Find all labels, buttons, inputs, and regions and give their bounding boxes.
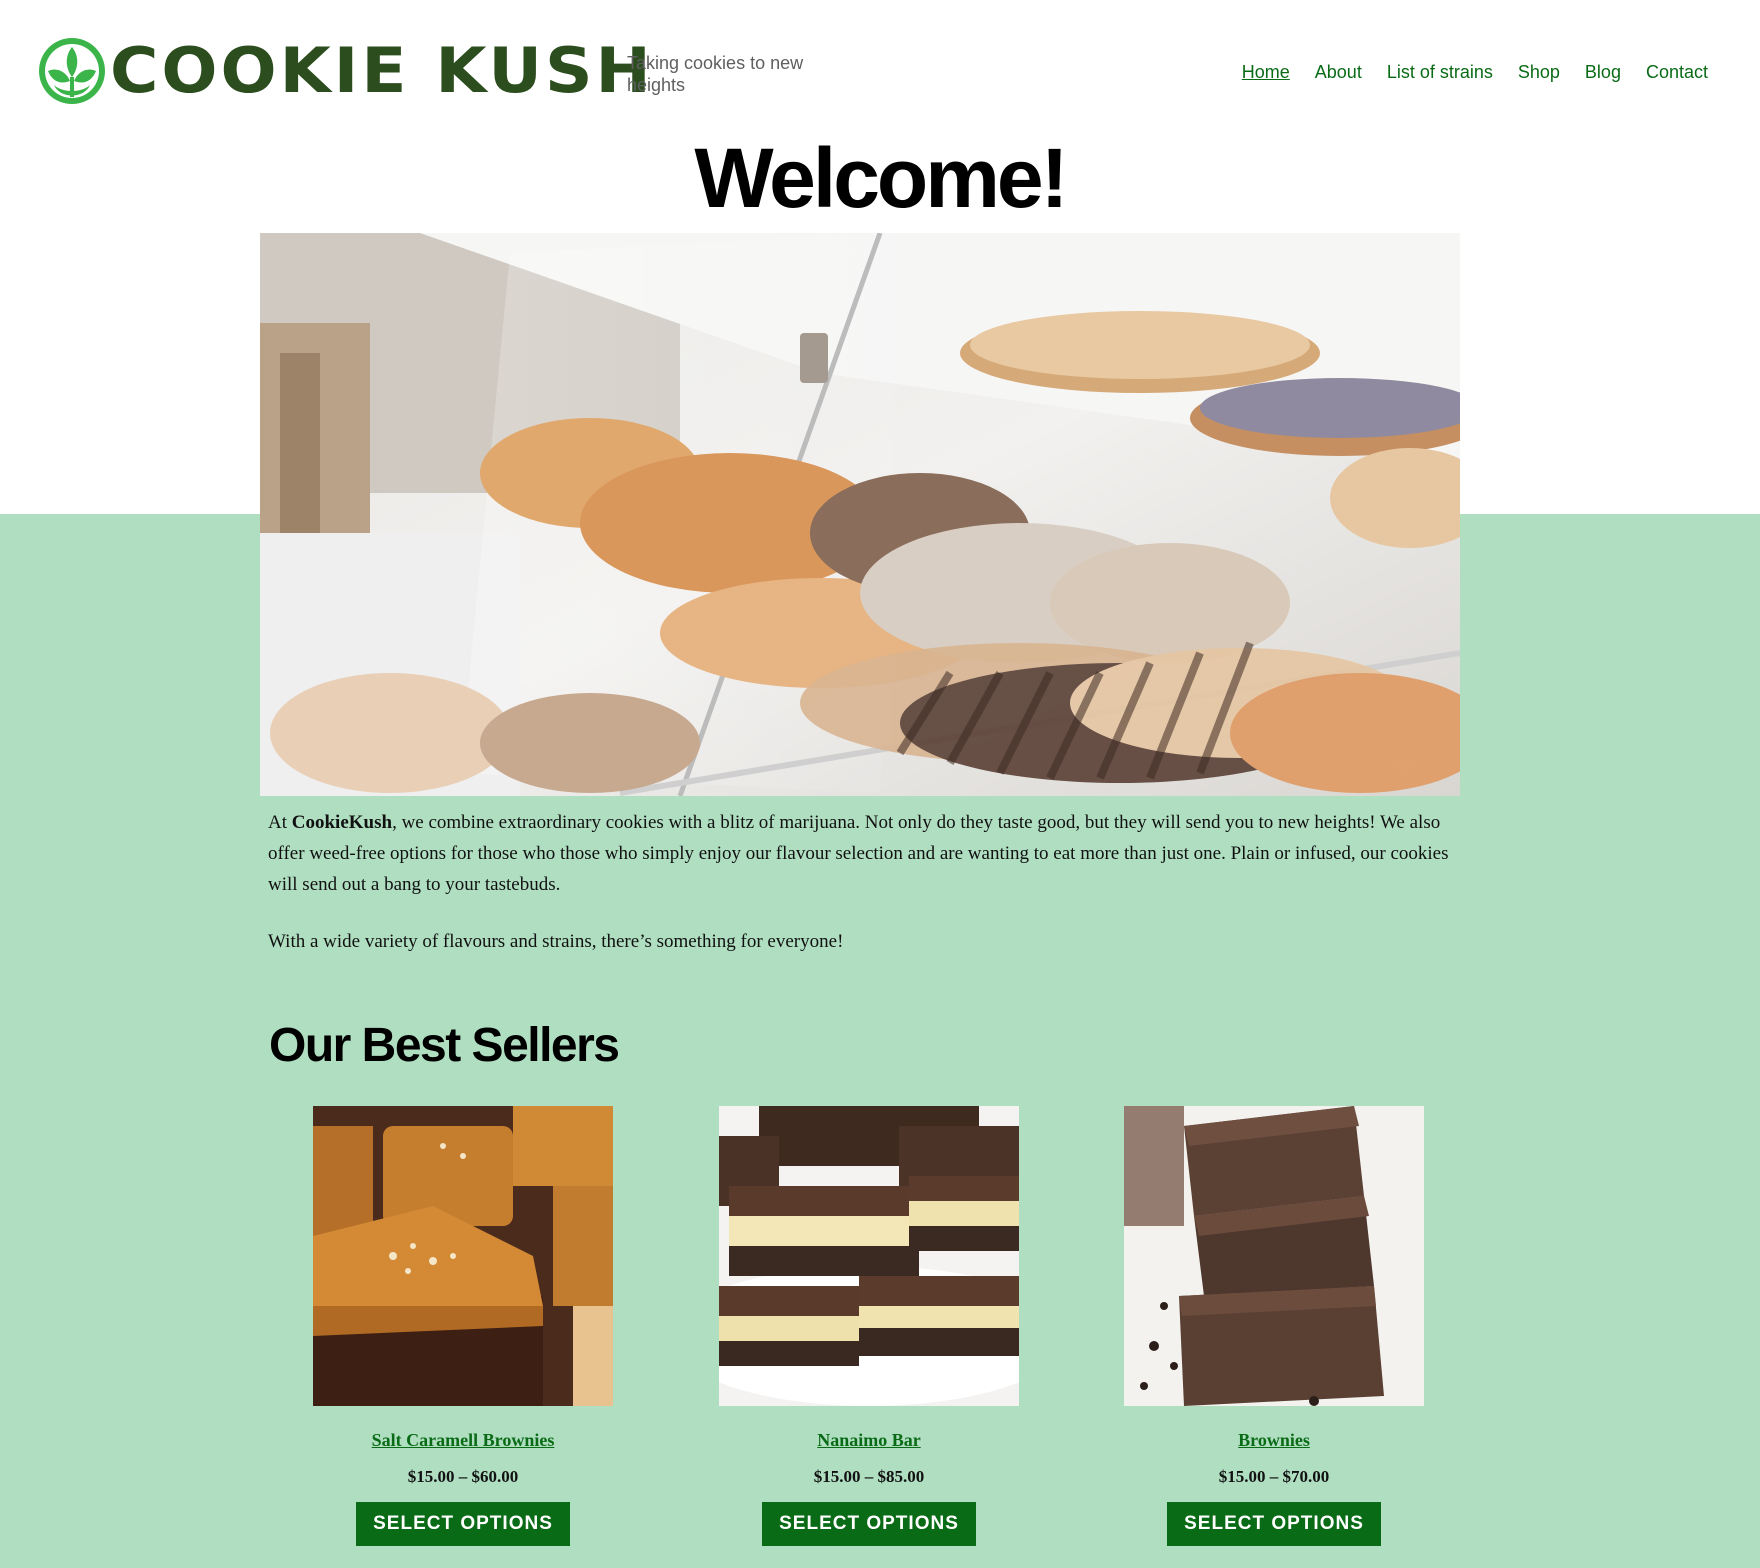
logo-text: COOKIE KUSH bbox=[110, 33, 654, 108]
product-name-link[interactable]: Salt Caramell Brownies bbox=[313, 1428, 613, 1452]
intro-paragraph-2: With a wide variety of flavours and stra… bbox=[268, 931, 844, 952]
intro-body: , we combine extraordinary cookies with … bbox=[268, 812, 1449, 895]
product-name-link[interactable]: Brownies bbox=[1124, 1428, 1424, 1452]
product-card: Nanaimo Bar $15.00 – $85.00 SELECT OPTIO… bbox=[719, 1106, 1019, 1546]
hero-image-bakery-display bbox=[260, 233, 1460, 796]
salt-caramel-brownies-illustration bbox=[313, 1106, 613, 1406]
product-card: Salt Caramell Brownies $15.00 – $60.00 S… bbox=[313, 1106, 613, 1546]
select-options-button[interactable]: SELECT OPTIONS bbox=[1167, 1502, 1381, 1546]
nav-link-about[interactable]: About bbox=[1315, 60, 1362, 84]
select-options-button[interactable]: SELECT OPTIONS bbox=[762, 1502, 976, 1546]
intro-paragraph-1: At CookieKush, we combine extraordinary … bbox=[268, 807, 1468, 900]
product-image-nanaimo-bar[interactable] bbox=[719, 1106, 1019, 1406]
nav-link-contact[interactable]: Contact bbox=[1646, 60, 1708, 84]
best-sellers-heading: Our Best Sellers bbox=[269, 1019, 620, 1072]
product-image-salt-caramel-brownies[interactable] bbox=[313, 1106, 613, 1406]
product-price: $15.00 – $85.00 bbox=[813, 1467, 925, 1486]
product-image-brownies[interactable] bbox=[1124, 1106, 1424, 1406]
site-logo[interactable]: COOKIE KUSH bbox=[38, 36, 654, 106]
intro-text: At CookieKush, we combine extraordinary … bbox=[268, 807, 1468, 957]
nav-link-list-of-strains[interactable]: List of strains bbox=[1387, 60, 1493, 84]
stacked-brownies-illustration bbox=[1124, 1106, 1424, 1406]
nanaimo-bar-illustration bbox=[719, 1106, 1019, 1406]
intro-prefix: At bbox=[268, 812, 292, 833]
bakery-display-illustration bbox=[260, 233, 1460, 796]
product-price: $15.00 – $70.00 bbox=[1218, 1467, 1330, 1486]
cannabis-leaf-logo-icon bbox=[39, 38, 105, 104]
product-card: Brownies $15.00 – $70.00 SELECT OPTIONS bbox=[1124, 1106, 1424, 1546]
nav-link-shop[interactable]: Shop bbox=[1518, 60, 1560, 84]
main-navigation: Home About List of strains Shop Blog Con… bbox=[1242, 60, 1708, 84]
nav-link-blog[interactable]: Blog bbox=[1585, 60, 1621, 84]
intro-brand-name: CookieKush bbox=[291, 812, 393, 833]
product-price: $15.00 – $60.00 bbox=[407, 1467, 519, 1486]
product-name-link[interactable]: Nanaimo Bar bbox=[719, 1428, 1019, 1452]
select-options-button[interactable]: SELECT OPTIONS bbox=[356, 1502, 570, 1546]
site-tagline: Taking cookies to new heights bbox=[627, 53, 804, 95]
nav-link-home[interactable]: Home bbox=[1242, 60, 1290, 84]
page-title: Welcome! bbox=[694, 131, 1068, 225]
